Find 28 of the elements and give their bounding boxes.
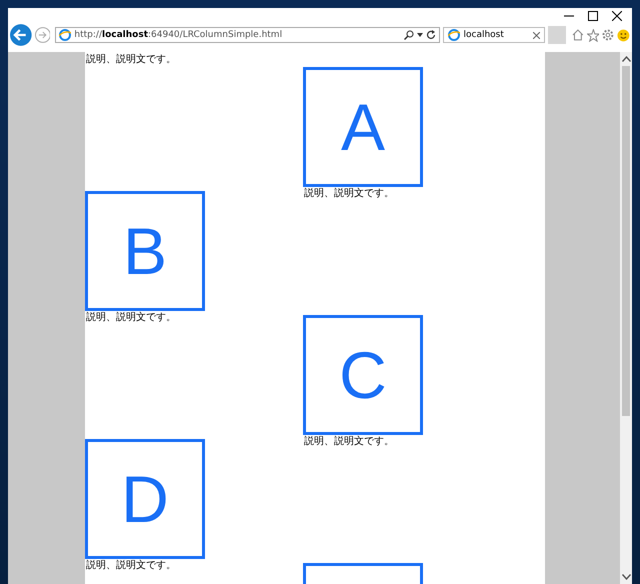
browser-icon bbox=[59, 29, 72, 41]
browser-icon bbox=[448, 29, 460, 41]
close-icon[interactable] bbox=[612, 11, 622, 21]
caption-text: 説明、説明文です。 bbox=[86, 53, 177, 66]
smiley-icon[interactable] bbox=[617, 28, 630, 42]
letter-box: D bbox=[85, 439, 205, 559]
dropdown-icon[interactable] bbox=[416, 33, 422, 37]
refresh-icon[interactable] bbox=[426, 30, 436, 40]
home-icon[interactable] bbox=[572, 29, 584, 41]
browser-tab[interactable]: localhost bbox=[442, 27, 546, 43]
settings-icon[interactable] bbox=[602, 29, 614, 41]
caption-text: 説明、説明文です。 bbox=[304, 187, 395, 200]
maximize-icon[interactable] bbox=[588, 11, 598, 21]
scroll-down-icon[interactable] bbox=[622, 574, 630, 580]
scroll-up-icon[interactable] bbox=[622, 56, 630, 62]
caption-text: 説明、説明文です。 bbox=[304, 435, 395, 448]
url-text: http://localhost:64940/LRColumnSimple.html bbox=[74, 30, 282, 40]
letter-box: A bbox=[303, 67, 423, 187]
scroll-thumb[interactable] bbox=[622, 66, 630, 416]
address-field[interactable]: http://localhost:64940/LRColumnSimple.html bbox=[55, 27, 440, 43]
search-icon[interactable] bbox=[404, 30, 414, 40]
caption-text: 説明、説明文です。 bbox=[86, 311, 177, 324]
star-icon[interactable] bbox=[586, 28, 600, 42]
letter-box: B bbox=[85, 191, 205, 311]
letter-box: C bbox=[303, 315, 423, 435]
caption-text: 説明、説明文です。 bbox=[86, 559, 177, 572]
back-icon[interactable] bbox=[10, 24, 32, 46]
scrollbar[interactable] bbox=[620, 52, 632, 584]
